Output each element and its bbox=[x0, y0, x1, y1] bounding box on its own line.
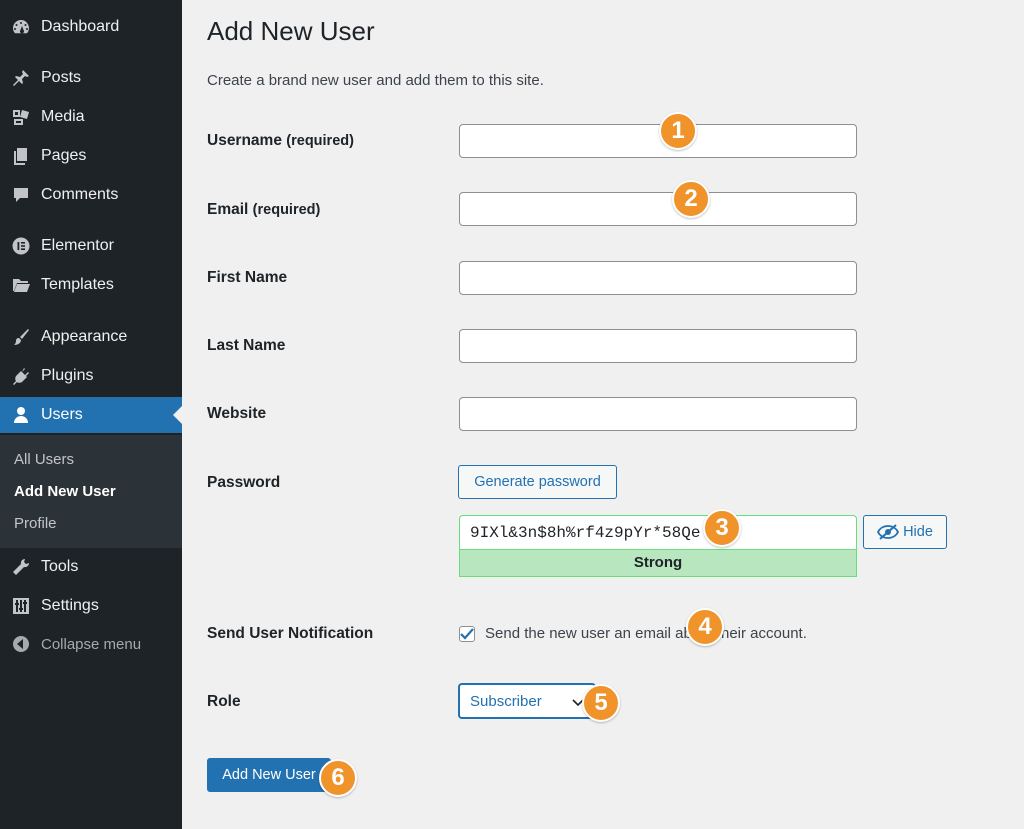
active-indicator bbox=[173, 406, 182, 424]
sidebar-item-label: Elementor bbox=[41, 237, 114, 254]
first-name-label: First Name bbox=[207, 269, 288, 286]
sidebar-item-pages[interactable]: Pages bbox=[0, 138, 182, 174]
annotation-badge: 6 bbox=[319, 759, 357, 797]
sidebar-item-posts[interactable]: Posts bbox=[0, 60, 182, 96]
dashboard-icon bbox=[10, 16, 32, 38]
collapse-menu-button[interactable]: Collapse menu bbox=[0, 626, 182, 662]
email-label: Email (required) bbox=[207, 201, 320, 219]
sidebar-item-label: Plugins bbox=[41, 367, 94, 384]
annotation-badge: 2 bbox=[672, 180, 710, 218]
sidebar-item-label: Media bbox=[41, 108, 85, 125]
role-value: Subscriber bbox=[470, 692, 542, 710]
wrench-icon bbox=[10, 556, 32, 578]
first-name-input[interactable] bbox=[459, 261, 857, 295]
annotation-badge: 1 bbox=[659, 112, 697, 150]
media-icon bbox=[10, 106, 32, 128]
submenu-add-new-user[interactable]: Add New User bbox=[14, 483, 116, 500]
sidebar-item-users[interactable]: Users bbox=[0, 397, 182, 433]
brush-icon bbox=[10, 326, 32, 348]
last-name-label: Last Name bbox=[207, 337, 286, 354]
submenu-profile[interactable]: Profile bbox=[14, 515, 57, 532]
last-name-input[interactable] bbox=[459, 329, 857, 363]
submenu-all-users[interactable]: All Users bbox=[14, 451, 74, 468]
password-value: 9IXl&3n$8h%rf4z9pYr*58Qe bbox=[470, 523, 701, 542]
hide-label: Hide bbox=[903, 524, 933, 540]
sidebar-item-label: Users bbox=[41, 406, 83, 423]
notification-text[interactable]: Send the new user an email about their a… bbox=[485, 625, 807, 642]
sidebar-item-plugins[interactable]: Plugins bbox=[0, 358, 182, 394]
required-marker: (required) bbox=[252, 202, 321, 218]
role-label: Role bbox=[207, 693, 241, 710]
sidebar-item-label: Posts bbox=[41, 69, 82, 86]
username-input[interactable] bbox=[459, 124, 857, 158]
role-select[interactable]: Subscriber bbox=[459, 684, 595, 718]
sidebar-item-elementor[interactable]: Elementor bbox=[0, 228, 182, 264]
sidebar-item-label: Pages bbox=[41, 147, 87, 164]
sidebar-item-label: Collapse menu bbox=[41, 635, 142, 653]
sidebar-item-dashboard[interactable]: Dashboard bbox=[0, 9, 182, 45]
sidebar-item-tools[interactable]: Tools bbox=[0, 549, 182, 585]
hide-password-button[interactable]: Hide bbox=[863, 515, 947, 549]
sidebar-item-label: Dashboard bbox=[41, 18, 120, 35]
username-label-text: Username bbox=[207, 132, 282, 149]
generate-password-button[interactable]: Generate password bbox=[458, 465, 617, 499]
comment-icon bbox=[10, 184, 32, 206]
pages-icon bbox=[10, 145, 32, 167]
users-submenu: All Users Add New User Profile bbox=[0, 435, 182, 548]
annotation-badge: 3 bbox=[703, 509, 741, 547]
add-new-user-button[interactable]: Add New User bbox=[207, 758, 331, 792]
notification-label: Send User Notification bbox=[207, 625, 374, 642]
sliders-icon bbox=[10, 595, 32, 617]
email-label-text: Email bbox=[207, 201, 249, 218]
sidebar-item-label: Settings bbox=[41, 597, 99, 614]
password-input[interactable]: 9IXl&3n$8h%rf4z9pYr*58Qe bbox=[459, 515, 857, 549]
page-description: Create a brand new user and add them to … bbox=[207, 72, 544, 89]
collapse-icon bbox=[10, 633, 32, 655]
pin-icon bbox=[10, 67, 32, 89]
page-title: Add New User bbox=[207, 16, 375, 46]
sidebar-item-label: Tools bbox=[41, 558, 79, 575]
eye-slash-icon bbox=[877, 524, 900, 540]
required-marker: (required) bbox=[286, 133, 354, 149]
sidebar-item-label: Templates bbox=[41, 276, 114, 293]
elementor-icon bbox=[10, 235, 32, 257]
sidebar-item-label: Comments bbox=[41, 186, 119, 203]
password-label: Password bbox=[207, 474, 281, 491]
plug-icon bbox=[10, 365, 32, 387]
password-strength-indicator: Strong bbox=[459, 549, 857, 577]
user-icon bbox=[10, 404, 32, 426]
sidebar-item-settings[interactable]: Settings bbox=[0, 588, 182, 624]
sidebar-item-appearance[interactable]: Appearance bbox=[0, 319, 182, 355]
website-input[interactable] bbox=[459, 397, 857, 431]
sidebar-item-templates[interactable]: Templates bbox=[0, 267, 182, 303]
annotation-badge: 4 bbox=[686, 608, 724, 646]
username-label: Username (required) bbox=[207, 132, 354, 150]
email-input[interactable] bbox=[459, 192, 857, 226]
website-label: Website bbox=[207, 405, 267, 422]
checkmark-icon bbox=[460, 628, 474, 640]
folder-icon bbox=[10, 274, 32, 296]
sidebar-item-label: Appearance bbox=[41, 328, 128, 345]
notification-checkbox[interactable] bbox=[459, 626, 475, 642]
admin-sidebar: Dashboard Posts Media Pages Comments Ele… bbox=[0, 0, 182, 829]
sidebar-item-media[interactable]: Media bbox=[0, 99, 182, 135]
annotation-badge: 5 bbox=[582, 684, 620, 722]
sidebar-item-comments[interactable]: Comments bbox=[0, 177, 182, 213]
